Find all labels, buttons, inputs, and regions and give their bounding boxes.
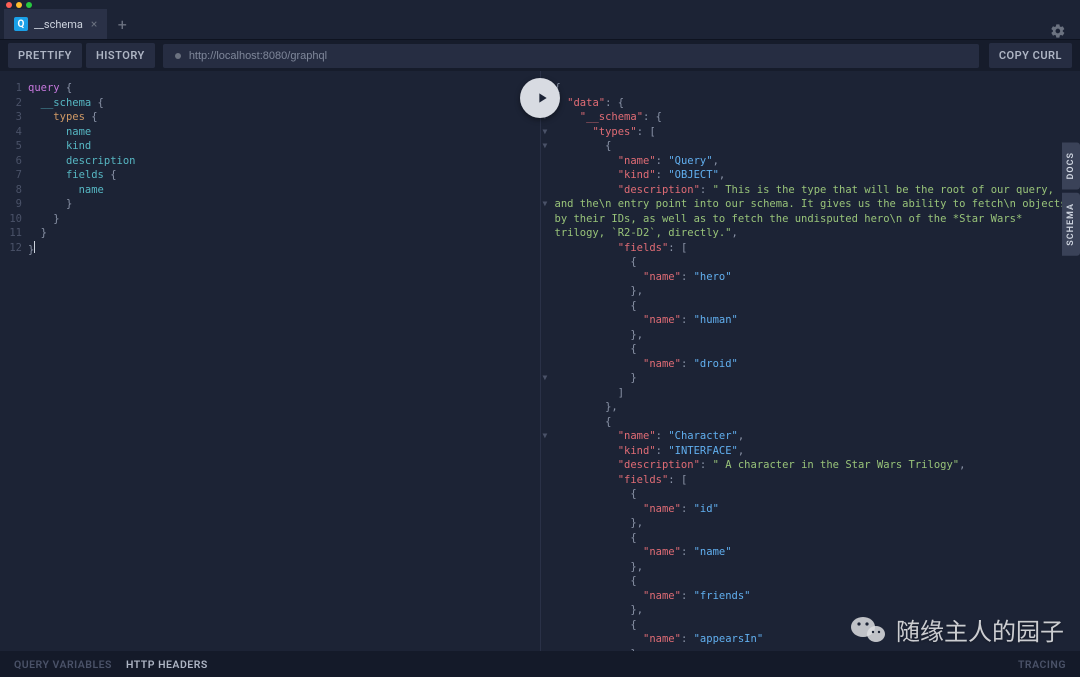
copy-curl-button[interactable]: COPY CURL xyxy=(989,43,1072,68)
docs-tab[interactable]: DOCS xyxy=(1062,142,1080,189)
window-titlebar xyxy=(0,0,1080,9)
bottom-bar: QUERY VARIABLES HTTP HEADERS TRACING xyxy=(0,651,1080,677)
query-editor-pane[interactable]: 123456789101112 query { __schema { types… xyxy=(0,71,541,651)
schema-tab[interactable]: SCHEMA xyxy=(1062,193,1080,256)
wechat-icon xyxy=(850,615,886,645)
main-split: 123456789101112 query { __schema { types… xyxy=(0,71,1080,651)
mac-minimize-icon[interactable] xyxy=(16,2,22,8)
side-tabs: DOCS SCHEMA xyxy=(1062,142,1080,256)
response-code[interactable]: { "data": { "__schema": { "types": [ { "… xyxy=(541,71,1080,651)
endpoint-input[interactable] xyxy=(189,50,967,62)
query-variables-tab[interactable]: QUERY VARIABLES xyxy=(14,658,112,671)
line-number-gutter: 123456789101112 xyxy=(0,81,22,255)
prettify-button[interactable]: PRETTIFY xyxy=(8,43,82,68)
query-code[interactable]: query { __schema { types { name kind des… xyxy=(0,71,540,267)
mac-zoom-icon[interactable] xyxy=(26,2,32,8)
watermark: 随缘主人的园子 xyxy=(850,612,1064,647)
toolbar: PRETTIFY HISTORY COPY CURL xyxy=(0,39,1080,71)
query-badge-icon: Q xyxy=(14,17,28,31)
response-pane: ▼▼▼▼▼▼▼▼ { "data": { "__schema": { "type… xyxy=(541,71,1080,651)
history-button[interactable]: HISTORY xyxy=(86,43,155,68)
watermark-text: 随缘主人的园子 xyxy=(896,612,1064,647)
endpoint-field[interactable] xyxy=(163,44,979,68)
mac-close-icon[interactable] xyxy=(6,2,12,8)
endpoint-status-icon xyxy=(175,53,181,59)
execute-button[interactable] xyxy=(520,78,560,118)
tab-title: __schema xyxy=(34,18,83,31)
add-tab-button[interactable]: + xyxy=(107,9,137,39)
tracing-tab[interactable]: TRACING xyxy=(1018,658,1066,671)
tab-schema[interactable]: Q __schema × xyxy=(4,9,107,39)
close-icon[interactable]: × xyxy=(91,17,97,31)
tab-bar: Q __schema × + xyxy=(0,9,1080,39)
response-fold-gutter: ▼▼▼▼▼▼▼▼ xyxy=(543,81,553,647)
settings-icon[interactable] xyxy=(1050,23,1066,39)
http-headers-tab[interactable]: HTTP HEADERS xyxy=(126,658,208,671)
